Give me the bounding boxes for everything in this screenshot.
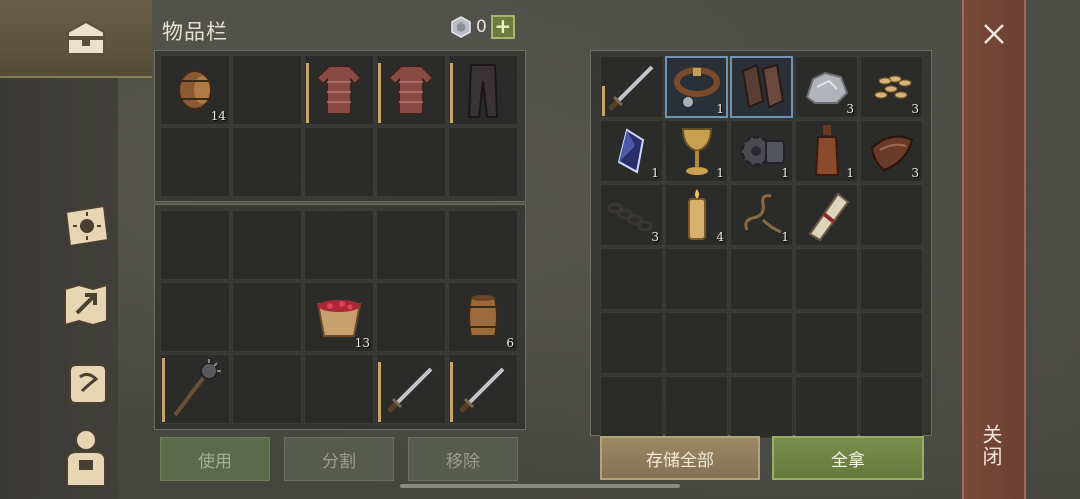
item-count: 13 — [354, 336, 370, 350]
empty-slot[interactable] — [730, 376, 793, 438]
item-count: 3 — [846, 102, 854, 116]
empty-slot[interactable] — [860, 184, 923, 246]
empty-slot[interactable] — [600, 248, 663, 310]
inventory-title: 物品栏 — [162, 20, 228, 44]
empty-slot[interactable] — [304, 210, 374, 280]
seeds-slot[interactable]: 3 — [860, 56, 923, 118]
bottle-slot[interactable]: 1 — [795, 120, 858, 182]
sword-slot[interactable] — [376, 354, 446, 424]
empty-slot[interactable] — [665, 312, 728, 374]
split-button[interactable]: 分割 — [284, 437, 394, 481]
berry-bucket-slot[interactable]: 13 — [304, 282, 374, 352]
empty-slot[interactable] — [376, 282, 446, 352]
empty-slot[interactable] — [448, 210, 518, 280]
empty-slot[interactable] — [665, 248, 728, 310]
empty-slot[interactable] — [860, 312, 923, 374]
durability-bar — [378, 362, 381, 422]
gem-icon — [451, 16, 471, 38]
item-count: 3 — [911, 166, 919, 180]
empty-slot[interactable] — [304, 354, 374, 424]
item-count: 1 — [781, 166, 789, 180]
item-count: 3 — [651, 230, 659, 244]
empty-slot[interactable] — [376, 210, 446, 280]
empty-slot[interactable] — [160, 127, 230, 197]
item-count: 1 — [716, 102, 724, 116]
empty-slot[interactable] — [232, 127, 302, 197]
crystal-slot[interactable]: 1 — [600, 120, 663, 182]
leather-pants-slot[interactable] — [448, 55, 518, 125]
empty-slot[interactable] — [730, 248, 793, 310]
empty-slot[interactable] — [304, 127, 374, 197]
leather-slot[interactable]: 3 — [860, 120, 923, 182]
equipment-grid: 14 — [160, 55, 518, 197]
empty-slot[interactable] — [600, 312, 663, 374]
small-barrel-slot[interactable]: 6 — [448, 282, 518, 352]
empty-slot[interactable] — [232, 354, 302, 424]
goblet-slot[interactable]: 1 — [665, 120, 728, 182]
empty-slot[interactable] — [795, 376, 858, 438]
durability-bar — [450, 362, 453, 422]
bottom-scroll-indicator — [400, 484, 680, 488]
empty-slot[interactable] — [600, 376, 663, 438]
skills-book-icon[interactable] — [58, 198, 114, 254]
backpack-grid: 13 6 — [160, 210, 518, 424]
empty-slot[interactable] — [448, 127, 518, 197]
chest-icon[interactable] — [58, 10, 114, 66]
stone-slot[interactable]: 3 — [795, 56, 858, 118]
mace-slot[interactable] — [160, 354, 230, 424]
durability-bar — [450, 63, 453, 123]
close-icon[interactable] — [978, 18, 1010, 50]
chain-slot[interactable]: 3 — [600, 184, 663, 246]
gear-slot[interactable]: 1 — [730, 120, 793, 182]
candle-slot[interactable]: 4 — [665, 184, 728, 246]
gauntlets-slot[interactable] — [730, 56, 793, 118]
empty-slot[interactable] — [232, 55, 302, 125]
empty-slot[interactable] — [376, 127, 446, 197]
store-all-button[interactable]: 存储全部 — [600, 436, 760, 480]
character-icon[interactable] — [58, 428, 114, 486]
empty-slot[interactable] — [665, 376, 728, 438]
collar-slot[interactable]: 1 — [665, 56, 728, 118]
empty-slot[interactable] — [860, 248, 923, 310]
loot-grid: 1 3 3 1 1 1 1 3 3 4 1 — [600, 56, 923, 438]
empty-slot[interactable] — [795, 312, 858, 374]
durability-bar — [162, 358, 165, 422]
use-button[interactable]: 使用 — [160, 437, 270, 481]
close-button[interactable]: 关闭 — [979, 424, 1006, 468]
scroll-roll-slot[interactable] — [795, 184, 858, 246]
remove-button[interactable]: 移除 — [408, 437, 518, 481]
sword-slot[interactable] — [448, 354, 518, 424]
currency-display: 0 + — [450, 14, 515, 40]
empty-slot[interactable] — [795, 248, 858, 310]
empty-slot[interactable] — [160, 282, 230, 352]
currency-value: 0 — [476, 17, 487, 37]
chainmail-slot[interactable] — [304, 55, 374, 125]
empty-slot[interactable] — [160, 210, 230, 280]
item-count: 6 — [506, 336, 514, 350]
empty-slot[interactable] — [730, 312, 793, 374]
item-count: 1 — [716, 166, 724, 180]
item-count: 14 — [210, 109, 226, 123]
empty-slot[interactable] — [232, 282, 302, 352]
barrel-slot[interactable]: 14 — [160, 55, 230, 125]
item-count: 1 — [651, 166, 659, 180]
empty-slot[interactable] — [232, 210, 302, 280]
item-count: 1 — [781, 230, 789, 244]
quest-scroll-icon[interactable] — [58, 355, 114, 411]
map-icon[interactable] — [58, 276, 114, 332]
item-count: 4 — [716, 230, 724, 244]
durability-bar — [378, 63, 381, 123]
take-all-button[interactable]: 全拿 — [772, 436, 924, 480]
item-count: 1 — [846, 166, 854, 180]
item-count: 3 — [911, 102, 919, 116]
chainmail-slot[interactable] — [376, 55, 446, 125]
empty-slot[interactable] — [860, 376, 923, 438]
durability-bar — [306, 63, 309, 123]
sword-slot[interactable] — [600, 56, 663, 118]
add-currency-button[interactable]: + — [490, 15, 515, 39]
rope-slot[interactable]: 1 — [730, 184, 793, 246]
durability-bar — [602, 86, 605, 116]
